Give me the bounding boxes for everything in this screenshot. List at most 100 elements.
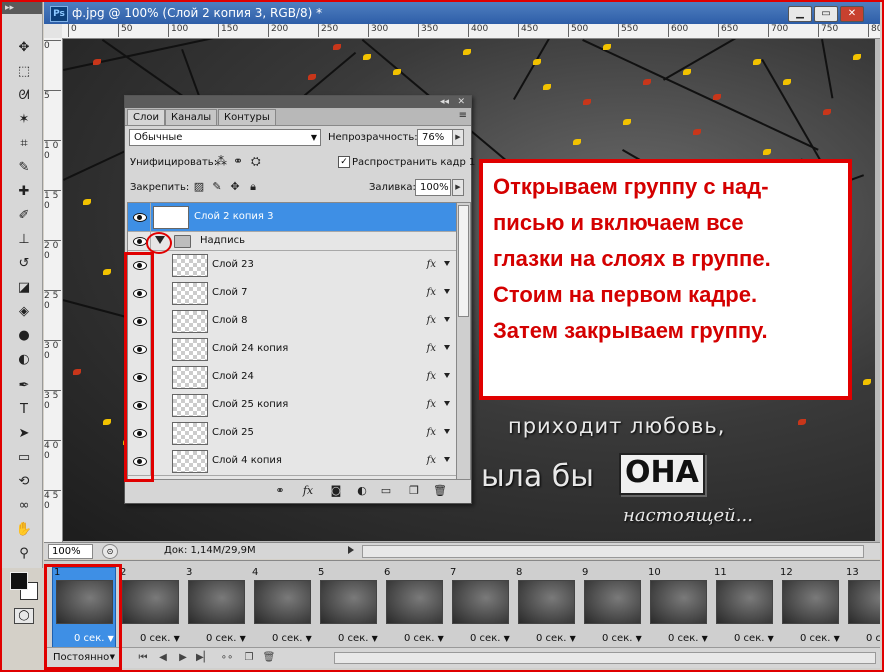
clone-stamp-tool-icon[interactable]: ⊥: [14, 230, 34, 250]
link-icon[interactable]: ⚭: [273, 484, 287, 498]
animation-frame[interactable]: 12 0 сек. ▼: [778, 567, 840, 647]
visibility-toggle[interactable]: [128, 363, 151, 391]
3d-rotate-tool-icon[interactable]: ⟲: [14, 472, 34, 492]
animation-frame-selected[interactable]: 1 0 сек. ▼: [52, 567, 116, 647]
animation-frame[interactable]: 4 0 сек. ▼: [250, 567, 312, 647]
duplicate-frame-icon[interactable]: ❐: [242, 651, 256, 665]
frame-delay[interactable]: 0 сек. ▼: [404, 633, 444, 644]
layer-effects-icon[interactable]: fx: [427, 371, 436, 382]
layer-effects-icon[interactable]: fx: [427, 343, 436, 354]
new-layer-icon[interactable]: ❐: [407, 484, 421, 498]
adjustment-icon[interactable]: ◐: [355, 484, 369, 498]
play-icon[interactable]: ▶: [176, 651, 190, 665]
panel-menu-icon[interactable]: ≡: [459, 110, 467, 121]
delete-frame-icon[interactable]: 🗑︎: [262, 651, 276, 665]
first-frame-icon[interactable]: ⏮: [136, 651, 150, 665]
animation-frame[interactable]: 10 0 сек. ▼: [646, 567, 708, 647]
status-arrow-icon[interactable]: [348, 546, 354, 554]
visibility-toggle[interactable]: [128, 419, 151, 447]
group-expand-triangle-icon[interactable]: [155, 236, 165, 244]
pen-tool-icon[interactable]: ✒: [14, 376, 34, 396]
frame-delay[interactable]: 0 сек. ▼: [470, 633, 510, 644]
quick-mask-icon[interactable]: ◯: [14, 608, 34, 624]
layer-row[interactable]: Слой 4 копия fx: [128, 447, 456, 476]
loop-options-select[interactable]: Постоянно ▼: [50, 650, 115, 665]
frame-delay[interactable]: 0 сек. ▼: [734, 633, 774, 644]
minimize-button[interactable]: ▁: [788, 6, 812, 22]
visibility-toggle[interactable]: [128, 203, 151, 231]
effects-expand-arrow-icon[interactable]: [444, 317, 450, 322]
layers-list-scrollbar[interactable]: [456, 202, 471, 480]
visibility-toggle[interactable]: [128, 447, 151, 475]
blend-mode-select[interactable]: Обычные ▼: [129, 129, 321, 146]
lasso-tool-icon[interactable]: ᘛ: [14, 86, 34, 106]
visibility-toggle[interactable]: [128, 307, 151, 335]
effects-expand-arrow-icon[interactable]: [444, 429, 450, 434]
vertical-ruler[interactable]: 0 5 1 0 0 1 5 0 2 0 0 2 5 0 3 0 0 3 5 0 4 0 0 4 5…: [44, 38, 63, 542]
unify-position-icon[interactable]: ⁂: [215, 154, 227, 168]
effects-expand-arrow-icon[interactable]: [444, 261, 450, 266]
layer-row-selected[interactable]: Слой 2 копия 3: [128, 203, 456, 232]
effects-expand-arrow-icon[interactable]: [444, 373, 450, 378]
animation-frame[interactable]: 9 0 сек. ▼: [580, 567, 642, 647]
blur-tool-icon[interactable]: ●: [14, 326, 34, 346]
effects-expand-arrow-icon[interactable]: [444, 457, 450, 462]
layer-row[interactable]: Слой 25 fx: [128, 419, 456, 448]
effects-expand-arrow-icon[interactable]: [444, 401, 450, 406]
move-tool-icon[interactable]: ✥: [14, 38, 34, 58]
layer-row[interactable]: Слой 7 fx: [128, 279, 456, 308]
scrollbar-thumb[interactable]: [458, 205, 469, 317]
effects-expand-arrow-icon[interactable]: [444, 345, 450, 350]
trash-icon[interactable]: 🗑︎: [433, 484, 447, 498]
fill-input[interactable]: 100%: [415, 179, 451, 196]
frame-delay[interactable]: 0 сек. ▼: [206, 633, 246, 644]
tab-layers[interactable]: Слои: [127, 109, 165, 125]
effects-expand-arrow-icon[interactable]: [444, 289, 450, 294]
tween-icon[interactable]: ∘∘: [220, 651, 234, 665]
panel-collapse-icon[interactable]: ◂◂: [440, 96, 449, 108]
layer-effects-icon[interactable]: fx: [427, 427, 436, 438]
magic-wand-tool-icon[interactable]: ✶: [14, 110, 34, 130]
fill-slider-arrow-icon[interactable]: ▶: [452, 179, 464, 196]
frame-delay[interactable]: 0 сек. ▼: [602, 633, 642, 644]
history-brush-tool-icon[interactable]: ↺: [14, 254, 34, 274]
layer-group-row[interactable]: Надпись: [128, 232, 456, 251]
animation-frame[interactable]: 8 0 сек. ▼: [514, 567, 576, 647]
layer-row[interactable]: Слой 24 fx: [128, 363, 456, 392]
frame-delay[interactable]: 0 сек. ▼: [668, 633, 708, 644]
eyedropper-tool-icon[interactable]: ✎: [14, 158, 34, 178]
tab-channels[interactable]: Каналы: [165, 109, 218, 125]
path-selection-tool-icon[interactable]: ➤: [14, 424, 34, 444]
type-tool-icon[interactable]: T: [14, 400, 34, 420]
eraser-tool-icon[interactable]: ◪: [14, 278, 34, 298]
animation-frame[interactable]: 7 0 сек. ▼: [448, 567, 510, 647]
close-button[interactable]: ✕: [840, 6, 864, 22]
document-title-bar[interactable]: Ps ф.jpg @ 100% (Слой 2 копия 3, RGB/8) …: [44, 2, 880, 24]
animation-frame[interactable]: 5 0 сек. ▼: [316, 567, 378, 647]
horizontal-scrollbar[interactable]: [362, 545, 864, 558]
layer-effects-icon[interactable]: fx: [427, 287, 436, 298]
visibility-toggle[interactable]: [128, 335, 151, 363]
hand-tool-icon[interactable]: ✋: [14, 520, 34, 540]
ruler-origin[interactable]: [44, 24, 63, 39]
layer-effects-icon[interactable]: fx: [427, 259, 436, 270]
tab-paths[interactable]: Контуры: [218, 109, 276, 125]
status-menu-icon[interactable]: ⊙: [102, 544, 118, 559]
animation-frame[interactable]: 6 0 сек. ▼: [382, 567, 444, 647]
frame-delay[interactable]: 0 сек. ▼: [536, 633, 576, 644]
propagate-frame-checkbox[interactable]: ✓: [338, 156, 350, 168]
unify-visibility-icon[interactable]: ⚭: [233, 154, 243, 168]
visibility-toggle[interactable]: [128, 251, 151, 279]
brush-tool-icon[interactable]: ✐: [14, 206, 34, 226]
crop-tool-icon[interactable]: ⌗: [14, 134, 34, 154]
panel-close-icon[interactable]: ✕: [457, 96, 465, 108]
opacity-slider-arrow-icon[interactable]: ▶: [452, 129, 464, 146]
layer-row[interactable]: Слой 8 fx: [128, 307, 456, 336]
group-folder-icon[interactable]: ▭: [379, 484, 393, 498]
tools-panel-header[interactable]: ▸▸: [2, 2, 42, 14]
opacity-input[interactable]: 76%: [417, 129, 453, 146]
dodge-tool-icon[interactable]: ◐: [14, 350, 34, 370]
animation-frame[interactable]: 2 0 сек. ▼: [118, 567, 180, 647]
zoom-tool-icon[interactable]: ⚲: [14, 544, 34, 564]
lock-all-icon[interactable]: 🔒︎: [247, 181, 259, 193]
